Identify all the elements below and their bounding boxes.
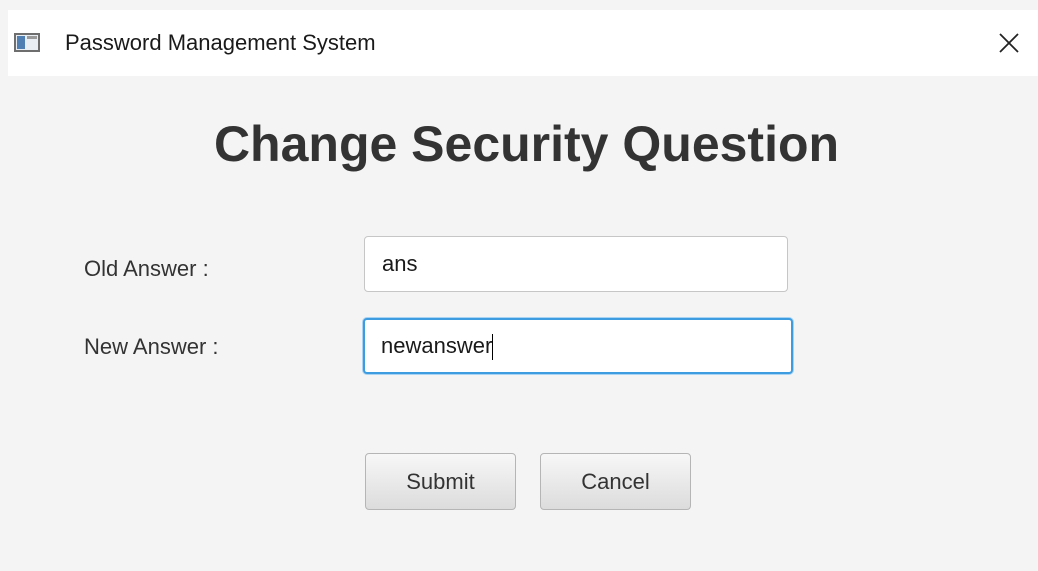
new-answer-field[interactable]: newanswer xyxy=(363,318,793,374)
text-caret xyxy=(492,334,494,361)
old-answer-field[interactable]: ans xyxy=(364,236,788,292)
window-title: Password Management System xyxy=(65,30,376,55)
app-window-icon xyxy=(14,33,40,52)
close-button[interactable] xyxy=(994,28,1024,58)
submit-button[interactable]: Submit xyxy=(365,453,516,510)
old-answer-label: Old Answer : xyxy=(84,256,209,281)
page-title: Change Security Question xyxy=(213,116,840,172)
new-answer-label: New Answer : xyxy=(84,334,219,359)
title-bar: Password Management System xyxy=(8,10,1038,76)
dialog-window: Password Management System Change Securi… xyxy=(0,0,1038,571)
new-answer-value: newanswer xyxy=(381,333,493,358)
close-icon xyxy=(999,33,1019,53)
old-answer-value: ans xyxy=(382,251,418,276)
cancel-button[interactable]: Cancel xyxy=(540,453,691,510)
